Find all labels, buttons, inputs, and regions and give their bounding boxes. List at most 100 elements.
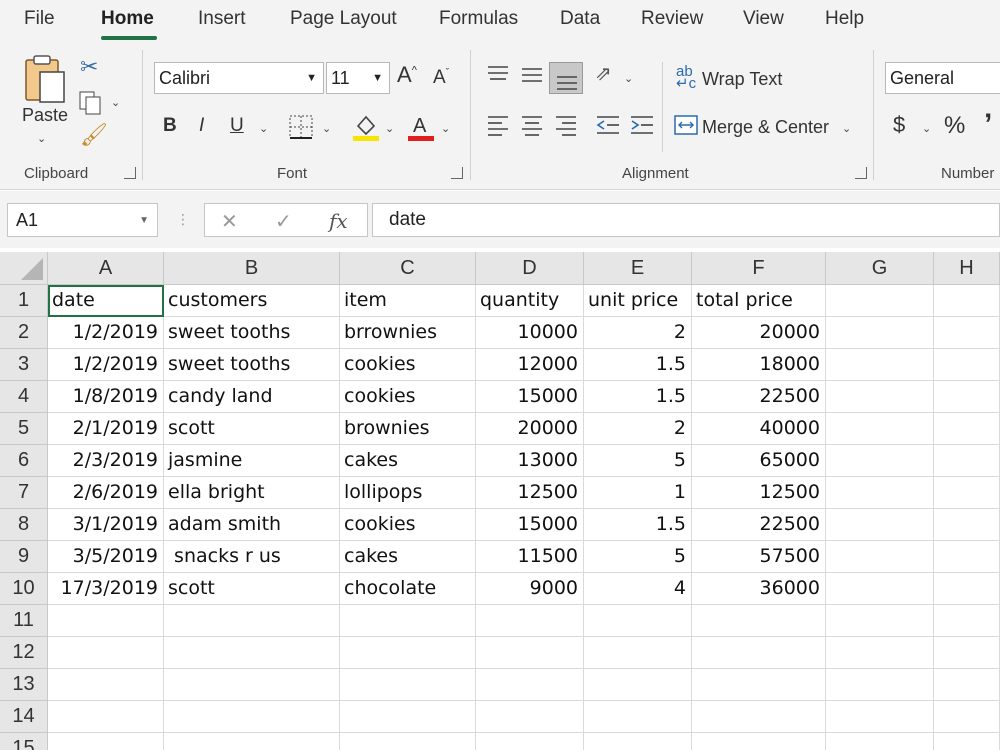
cell-h3[interactable] [934,349,1000,381]
cell-b7[interactable]: ella bright [164,477,340,509]
cell-e8[interactable]: 1.5 [584,509,692,541]
tab-help[interactable]: Help [825,8,864,30]
cell-c2[interactable]: brrownies [340,317,476,349]
cell-d9[interactable]: 11500 [476,541,584,573]
comma-style-icon[interactable]: ’ [984,110,992,140]
cell-h1[interactable] [934,285,1000,317]
row-header-4[interactable]: 4 [0,381,48,413]
paste-dropdown-icon[interactable]: ⌄ [37,132,46,145]
cell-b11[interactable] [164,605,340,637]
cell-b13[interactable] [164,669,340,701]
cell-d15[interactable] [476,733,584,750]
column-header-d[interactable]: D [476,252,584,285]
cell-g14[interactable] [826,701,934,733]
align-top-icon[interactable] [486,64,510,84]
cell-c11[interactable] [340,605,476,637]
cell-b12[interactable] [164,637,340,669]
formula-input[interactable]: date [372,203,1000,237]
column-header-f[interactable]: F [692,252,826,285]
cell-h10[interactable] [934,573,1000,605]
row-header-12[interactable]: 12 [0,637,48,669]
cell-d8[interactable]: 15000 [476,509,584,541]
cell-f11[interactable] [692,605,826,637]
fill-color-dropdown-icon[interactable]: ⌄ [385,122,394,135]
cell-d12[interactable] [476,637,584,669]
cell-g13[interactable] [826,669,934,701]
cell-a4[interactable]: 1/8/2019 [48,381,164,413]
cell-f6[interactable]: 65000 [692,445,826,477]
cell-a7[interactable]: 2/6/2019 [48,477,164,509]
cell-g11[interactable] [826,605,934,637]
cell-e12[interactable] [584,637,692,669]
cell-a11[interactable] [48,605,164,637]
cell-g3[interactable] [826,349,934,381]
cell-c7[interactable]: lollipops [340,477,476,509]
cell-e7[interactable]: 1 [584,477,692,509]
cell-a3[interactable]: 1/2/2019 [48,349,164,381]
cell-c10[interactable]: chocolate [340,573,476,605]
cell-a5[interactable]: 2/1/2019 [48,413,164,445]
cell-h13[interactable] [934,669,1000,701]
cell-d1[interactable]: quantity [476,285,584,317]
cut-icon[interactable]: ✂ [80,56,98,78]
row-header-11[interactable]: 11 [0,605,48,637]
cell-g8[interactable] [826,509,934,541]
name-box[interactable]: A1 ▼ [7,203,158,237]
tab-view[interactable]: View [743,8,784,30]
cell-e14[interactable] [584,701,692,733]
wrap-text-button[interactable]: Wrap Text [702,69,782,90]
cell-f14[interactable] [692,701,826,733]
clipboard-launcher-icon[interactable] [124,167,136,179]
cell-f8[interactable]: 22500 [692,509,826,541]
number-format-select[interactable]: General [885,62,1000,94]
drag-handle-icon[interactable]: ⋮ [176,211,190,228]
cell-d11[interactable] [476,605,584,637]
spreadsheet-grid[interactable]: A B C D E F G H 1 date customers item quantity unit p… [0,252,1000,750]
paste-label[interactable]: Paste [22,105,68,126]
cell-f1[interactable]: total price [692,285,826,317]
cell-a6[interactable]: 2/3/2019 [48,445,164,477]
orientation-dropdown-icon[interactable]: ⌄ [624,72,633,85]
cell-d4[interactable]: 15000 [476,381,584,413]
cell-e3[interactable]: 1.5 [584,349,692,381]
percent-button[interactable]: % [944,114,965,138]
cell-e9[interactable]: 5 [584,541,692,573]
column-header-a[interactable]: A [48,252,164,285]
cell-g15[interactable] [826,733,934,750]
orientation-icon[interactable]: ⇗ [595,64,612,84]
cell-h2[interactable] [934,317,1000,349]
tab-insert[interactable]: Insert [198,8,246,30]
decrease-indent-icon[interactable] [595,114,621,136]
cell-h12[interactable] [934,637,1000,669]
insert-function-icon[interactable]: fx [329,209,348,233]
cancel-icon[interactable]: ✕ [221,209,238,234]
cell-h6[interactable] [934,445,1000,477]
font-size-select[interactable]: 11 ▼ [326,62,390,94]
copy-icon[interactable] [78,90,104,116]
cell-f7[interactable]: 12500 [692,477,826,509]
tab-file[interactable]: File [24,8,55,30]
increase-font-size-icon[interactable]: A^ [397,64,417,86]
cell-e1[interactable]: unit price [584,285,692,317]
format-painter-icon[interactable]: 🖌 [80,124,108,146]
cell-g12[interactable] [826,637,934,669]
underline-dropdown-icon[interactable]: ⌄ [259,122,268,135]
cell-e6[interactable]: 5 [584,445,692,477]
column-header-h[interactable]: H [934,252,1000,285]
cell-f5[interactable]: 40000 [692,413,826,445]
cell-c8[interactable]: cookies [340,509,476,541]
row-header-9[interactable]: 9 [0,541,48,573]
tab-data[interactable]: Data [560,8,600,30]
borders-dropdown-icon[interactable]: ⌄ [322,122,331,135]
cell-b6[interactable]: jasmine [164,445,340,477]
cell-c13[interactable] [340,669,476,701]
cell-e13[interactable] [584,669,692,701]
cell-h9[interactable] [934,541,1000,573]
cell-g1[interactable] [826,285,934,317]
cell-b14[interactable] [164,701,340,733]
decrease-font-size-icon[interactable]: Aˇ [433,68,449,87]
tab-review[interactable]: Review [641,8,703,30]
cell-f4[interactable]: 22500 [692,381,826,413]
cell-d10[interactable]: 9000 [476,573,584,605]
cell-e10[interactable]: 4 [584,573,692,605]
